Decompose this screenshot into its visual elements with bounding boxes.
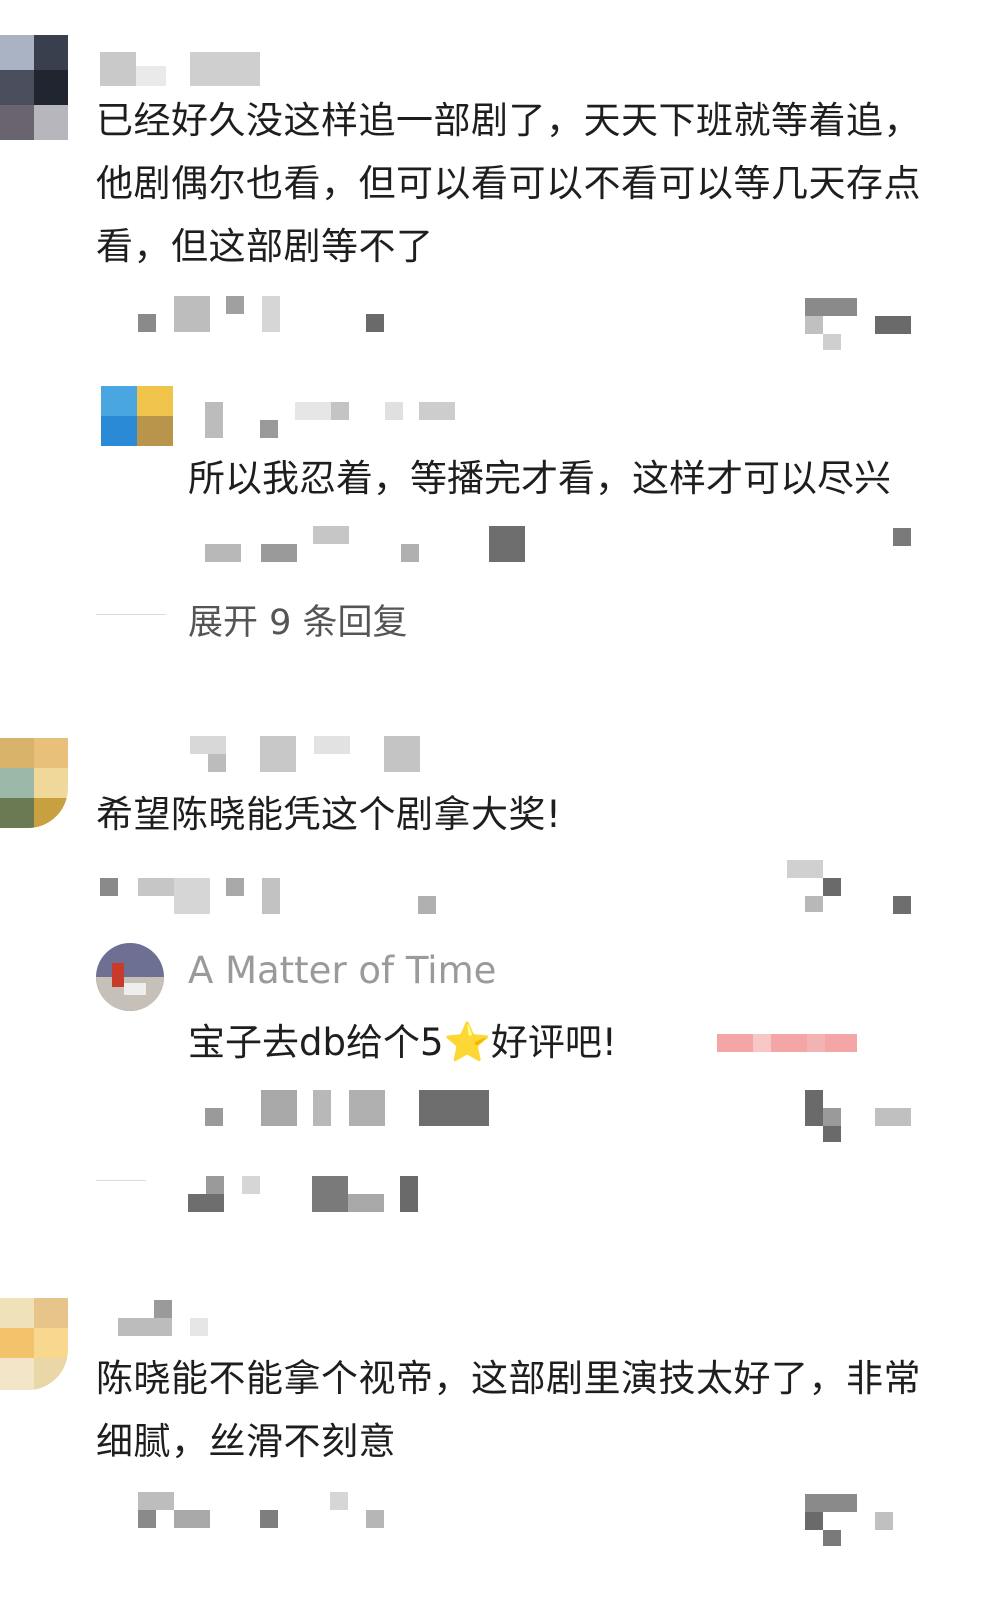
expand-replies-link[interactable]: 展开 9 条回复	[188, 594, 408, 645]
reply-text: 所以我忍着，等播完才看，这样才可以尽兴	[188, 457, 891, 500]
expand-divider	[96, 614, 166, 615]
comment-text-line-3: 看，但这部剧等不了	[96, 225, 434, 268]
avatar[interactable]	[0, 1298, 68, 1390]
reply-avatar[interactable]	[96, 943, 164, 1011]
star-icon: ⭐	[443, 1020, 491, 1064]
reply-text-after: 好评吧!	[490, 1021, 617, 1064]
reply-username[interactable]: A Matter of Time	[188, 949, 496, 992]
reply-text-before: 宝子去db给个5	[188, 1021, 444, 1064]
comment-text-line-2: 细腻，丝滑不刻意	[96, 1420, 396, 1463]
comment-text-line-1: 希望陈晓能凭这个剧拿大奖!	[96, 793, 562, 836]
comment-text-line-1: 已经好久没这样追一部剧了，天天下班就等着追，	[96, 99, 921, 142]
reply-avatar[interactable]	[101, 386, 173, 446]
avatar[interactable]	[0, 738, 68, 828]
avatar[interactable]	[0, 35, 68, 140]
expand-divider	[96, 1180, 146, 1181]
comment-text-line-2: 他剧偶尔也看，但可以看可以不看可以等几天存点	[96, 162, 921, 205]
comment-text-line-1: 陈晓能不能拿个视帝，这部剧里演技太好了，非常	[96, 1357, 921, 1400]
reply-text: 宝子去db给个5⭐好评吧!	[188, 1012, 617, 1066]
